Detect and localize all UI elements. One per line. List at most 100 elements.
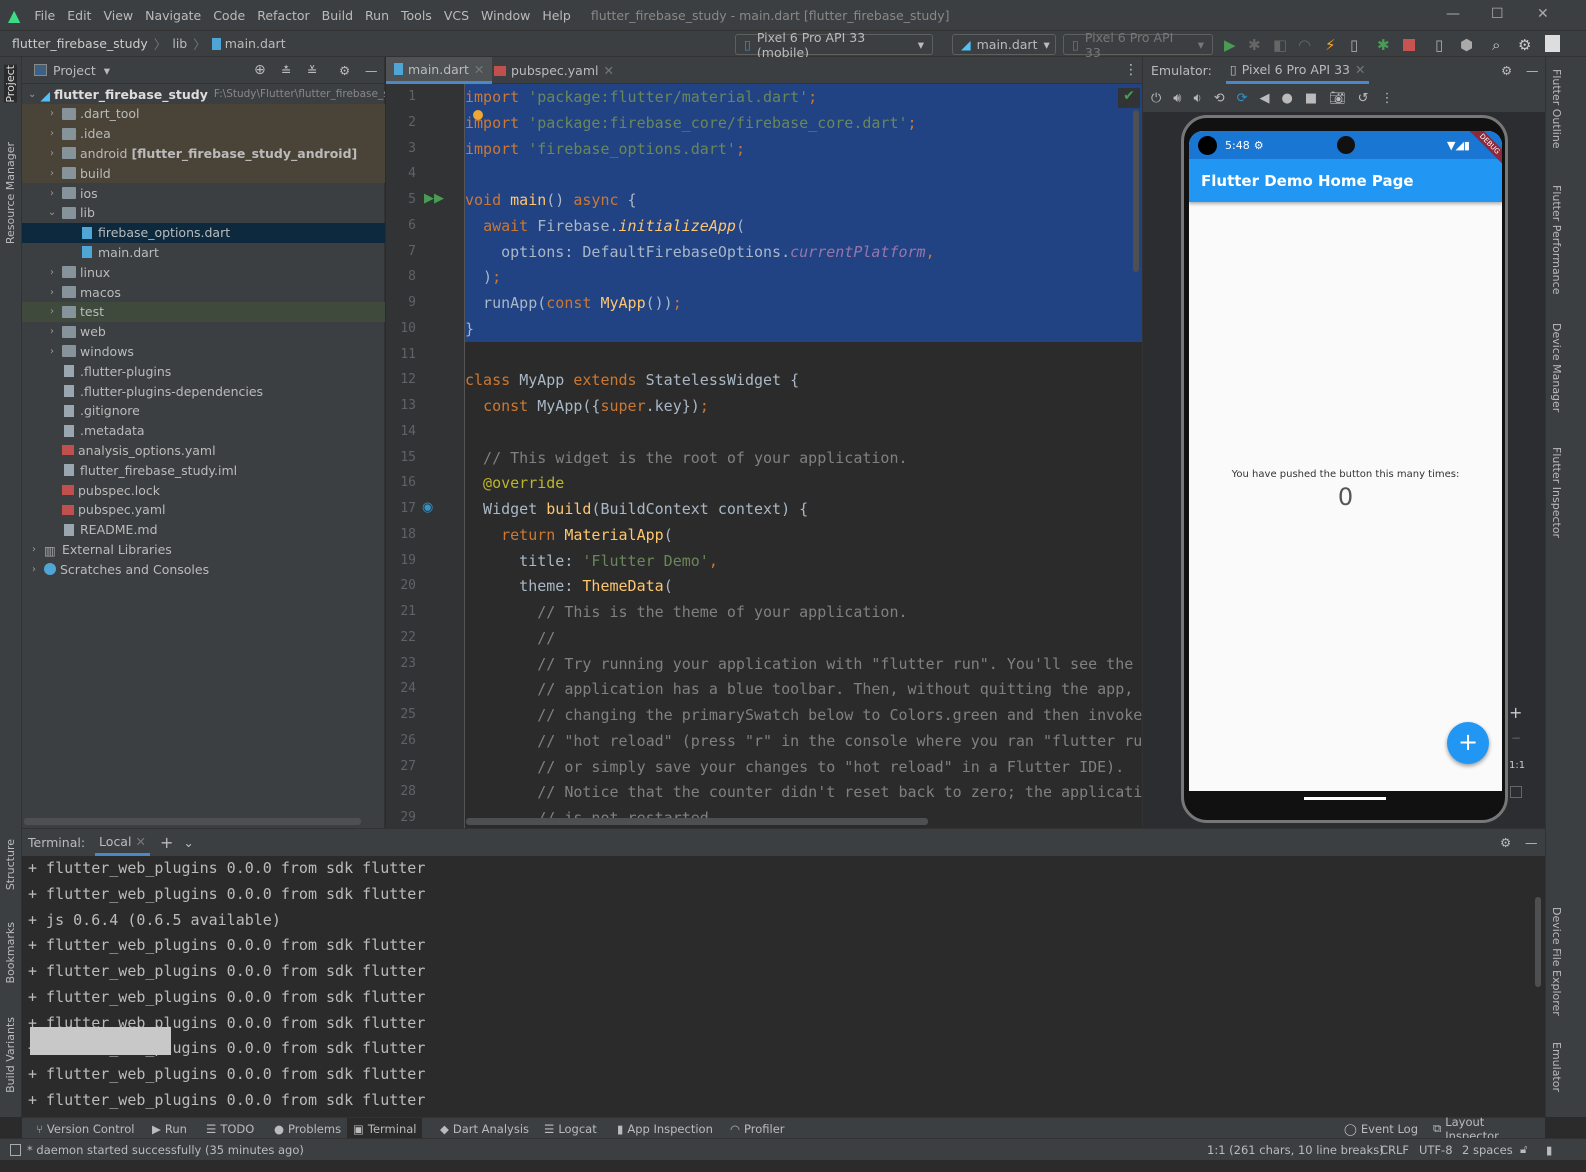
tree-item[interactable]: › ios bbox=[22, 183, 385, 203]
flutter-inspector-tool-button[interactable]: Flutter Inspector bbox=[1550, 447, 1563, 538]
chevron-right-icon[interactable]: › bbox=[46, 306, 58, 317]
tree-item[interactable]: pubspec.yaml bbox=[22, 500, 385, 520]
notifications-icon[interactable]: ▮ bbox=[1546, 1143, 1552, 1157]
overview-icon[interactable]: ■ bbox=[1305, 91, 1317, 106]
menu-vcs[interactable]: VCS bbox=[438, 8, 475, 23]
tree-item[interactable]: › .idea bbox=[22, 123, 385, 144]
rotate-right-icon[interactable]: ⟳ bbox=[1237, 91, 1248, 106]
code-line[interactable]: theme: ThemeData( bbox=[465, 573, 673, 599]
line-separator[interactable]: CRLF bbox=[1380, 1143, 1409, 1157]
code-line[interactable]: } bbox=[465, 315, 1142, 342]
chevron-down-icon[interactable]: ▾ bbox=[104, 63, 110, 78]
caret-position[interactable]: 1:1 (261 chars, 10 line breaks) bbox=[1207, 1143, 1384, 1157]
tree-item[interactable]: ⌄ lib bbox=[22, 203, 385, 223]
flutter-performance-tool-button[interactable]: Flutter Performance bbox=[1550, 185, 1563, 294]
expand-all-icon[interactable]: ≛ bbox=[281, 63, 291, 78]
breadcrumb-lib[interactable]: lib bbox=[172, 36, 187, 51]
tree-item[interactable]: › web bbox=[22, 322, 385, 342]
tree-item[interactable]: .flutter-plugins bbox=[22, 361, 385, 381]
increment-fab[interactable]: + bbox=[1447, 722, 1489, 764]
code-line[interactable]: ); bbox=[465, 264, 1142, 291]
tool-tab-event-log[interactable]: ◯ Event Log bbox=[1338, 1118, 1424, 1139]
code-line[interactable]: class MyApp extends StatelessWidget { bbox=[465, 367, 799, 393]
menu-view[interactable]: View bbox=[97, 8, 139, 23]
code-line[interactable]: // "hot reload" (press "r" in the consol… bbox=[465, 728, 1142, 754]
hot-restart-icon[interactable]: ▯ bbox=[1350, 36, 1358, 54]
gear-icon[interactable]: ⚙ bbox=[1518, 36, 1531, 54]
tool-tab-app-inspection[interactable]: ▮ App Inspection bbox=[611, 1118, 719, 1139]
run-gutter-icon[interactable]: ▶▶ bbox=[424, 191, 444, 206]
tree-item[interactable]: README.md bbox=[22, 520, 385, 540]
code-line[interactable]: // This widget is the root of your appli… bbox=[465, 445, 907, 471]
close-button[interactable]: ✕ bbox=[1537, 6, 1549, 22]
file-encoding[interactable]: UTF-8 bbox=[1419, 1143, 1453, 1157]
more-options-icon[interactable]: ⋮ bbox=[1124, 62, 1138, 78]
code-line[interactable]: // Try running your application with "fl… bbox=[465, 651, 1133, 677]
menu-window[interactable]: Window bbox=[475, 8, 536, 23]
tool-tab-profiler[interactable]: ◠ Profiler bbox=[724, 1118, 791, 1139]
code-line[interactable]: // or simply save your changes to "hot r… bbox=[465, 754, 1124, 780]
vertical-scrollbar[interactable] bbox=[1133, 110, 1139, 272]
zoom-in-button[interactable]: + bbox=[1509, 703, 1522, 722]
volume-down-icon[interactable]: 🔉︎ bbox=[1194, 91, 1202, 106]
menu-help[interactable]: Help bbox=[536, 8, 577, 23]
attach-icon[interactable]: ◧ bbox=[1273, 36, 1287, 54]
menu-build[interactable]: Build bbox=[316, 8, 359, 23]
code-line[interactable]: void main() async { bbox=[465, 187, 1142, 213]
rotate-left-icon[interactable]: ⟲ bbox=[1214, 91, 1225, 106]
code-line[interactable] bbox=[465, 161, 1142, 188]
flutter-outline-tool-button[interactable]: Flutter Outline bbox=[1550, 69, 1563, 149]
zoom-out-button[interactable]: − bbox=[1511, 731, 1521, 745]
sdk-manager-icon[interactable]: ⬢ bbox=[1460, 36, 1473, 54]
device-manager-icon[interactable]: ▯ bbox=[1435, 36, 1443, 54]
build-variants-tool-button[interactable]: Build Variants bbox=[4, 1017, 17, 1093]
stop-icon[interactable] bbox=[1403, 39, 1415, 51]
chevron-right-icon[interactable]: › bbox=[28, 564, 40, 575]
code-line[interactable]: const MyApp({super.key}); bbox=[465, 393, 709, 419]
tree-item[interactable]: .flutter-plugins-dependencies bbox=[22, 381, 385, 401]
tab-pubspec-yaml[interactable]: pubspec.yaml ✕ bbox=[486, 57, 622, 84]
power-icon[interactable]: ⏻ bbox=[1151, 91, 1161, 106]
profile-icon[interactable]: ◠ bbox=[1298, 36, 1311, 54]
horizontal-scrollbar[interactable] bbox=[466, 818, 928, 825]
minimize-button[interactable]: — bbox=[1446, 6, 1460, 22]
chevron-right-icon[interactable]: › bbox=[46, 108, 58, 119]
snapshot-icon[interactable]: ↺ bbox=[1358, 91, 1369, 106]
back-icon[interactable]: ◀ bbox=[1260, 91, 1270, 106]
tree-item[interactable]: .gitignore bbox=[22, 401, 385, 421]
chevron-right-icon[interactable]: › bbox=[46, 267, 58, 278]
code-line[interactable]: // changing the primarySwatch below to C… bbox=[465, 702, 1142, 728]
menu-file[interactable]: File bbox=[28, 8, 61, 23]
code-line[interactable]: runApp(const MyApp()); bbox=[465, 290, 1142, 316]
indent-setting[interactable]: 2 spaces bbox=[1462, 1143, 1513, 1157]
tool-tab-dart-analysis[interactable]: ◆ Dart Analysis bbox=[434, 1118, 535, 1139]
hide-icon[interactable]: — bbox=[1525, 835, 1538, 850]
emulator-tab[interactable]: ▯ Pixel 6 Pro API 33 ✕ bbox=[1225, 57, 1370, 84]
locate-icon[interactable]: ⊕ bbox=[254, 62, 266, 78]
actual-size-button[interactable]: 1:1 bbox=[1509, 760, 1525, 771]
search-icon[interactable]: ⌕ bbox=[1492, 36, 1500, 54]
override-gutter-icon[interactable]: ◉ bbox=[422, 500, 433, 515]
tree-item[interactable]: › Scratches and Consoles bbox=[22, 559, 385, 579]
tool-tab-version-control[interactable]: ⑂ Version Control bbox=[30, 1118, 140, 1139]
code-line[interactable]: import 'package:flutter/material.dart'; bbox=[465, 84, 1142, 110]
resource-manager-tool-button[interactable]: Resource Manager bbox=[4, 142, 17, 244]
home-icon[interactable]: ● bbox=[1282, 91, 1293, 106]
menu-code[interactable]: Code bbox=[207, 8, 251, 23]
emulator-tool-button[interactable]: Emulator bbox=[1550, 1042, 1563, 1092]
chevron-right-icon[interactable]: › bbox=[28, 544, 40, 555]
chevron-right-icon[interactable]: › bbox=[46, 287, 58, 298]
gear-icon[interactable]: ⚙ bbox=[339, 63, 350, 78]
tool-tab-terminal[interactable]: ▣ Terminal bbox=[347, 1118, 423, 1139]
phone-screen[interactable]: 5:48 ⚙ ▼◢▮ DEBUG Flutter Demo Home Page … bbox=[1189, 131, 1502, 791]
new-terminal-icon[interactable]: + bbox=[160, 833, 173, 852]
code-line[interactable]: // application has a blue toolbar. Then,… bbox=[465, 676, 1142, 702]
tree-item[interactable]: › windows bbox=[22, 341, 385, 361]
gesture-bar[interactable] bbox=[1304, 797, 1386, 800]
gear-icon[interactable]: ⚙ bbox=[1500, 835, 1511, 850]
code-line[interactable]: await Firebase.initializeApp( bbox=[465, 212, 1142, 239]
close-tab-icon[interactable]: ✕ bbox=[1355, 62, 1365, 77]
lock-icon[interactable]: 🔓︎ bbox=[1520, 1142, 1527, 1157]
code-editor[interactable]: 1 2 3 4 5 6 7 8 9 10 11 12 13 14 15 16 17 18 19 20 21 22 23 24 2… bbox=[386, 84, 1142, 828]
menu-tools[interactable]: Tools bbox=[395, 8, 438, 23]
